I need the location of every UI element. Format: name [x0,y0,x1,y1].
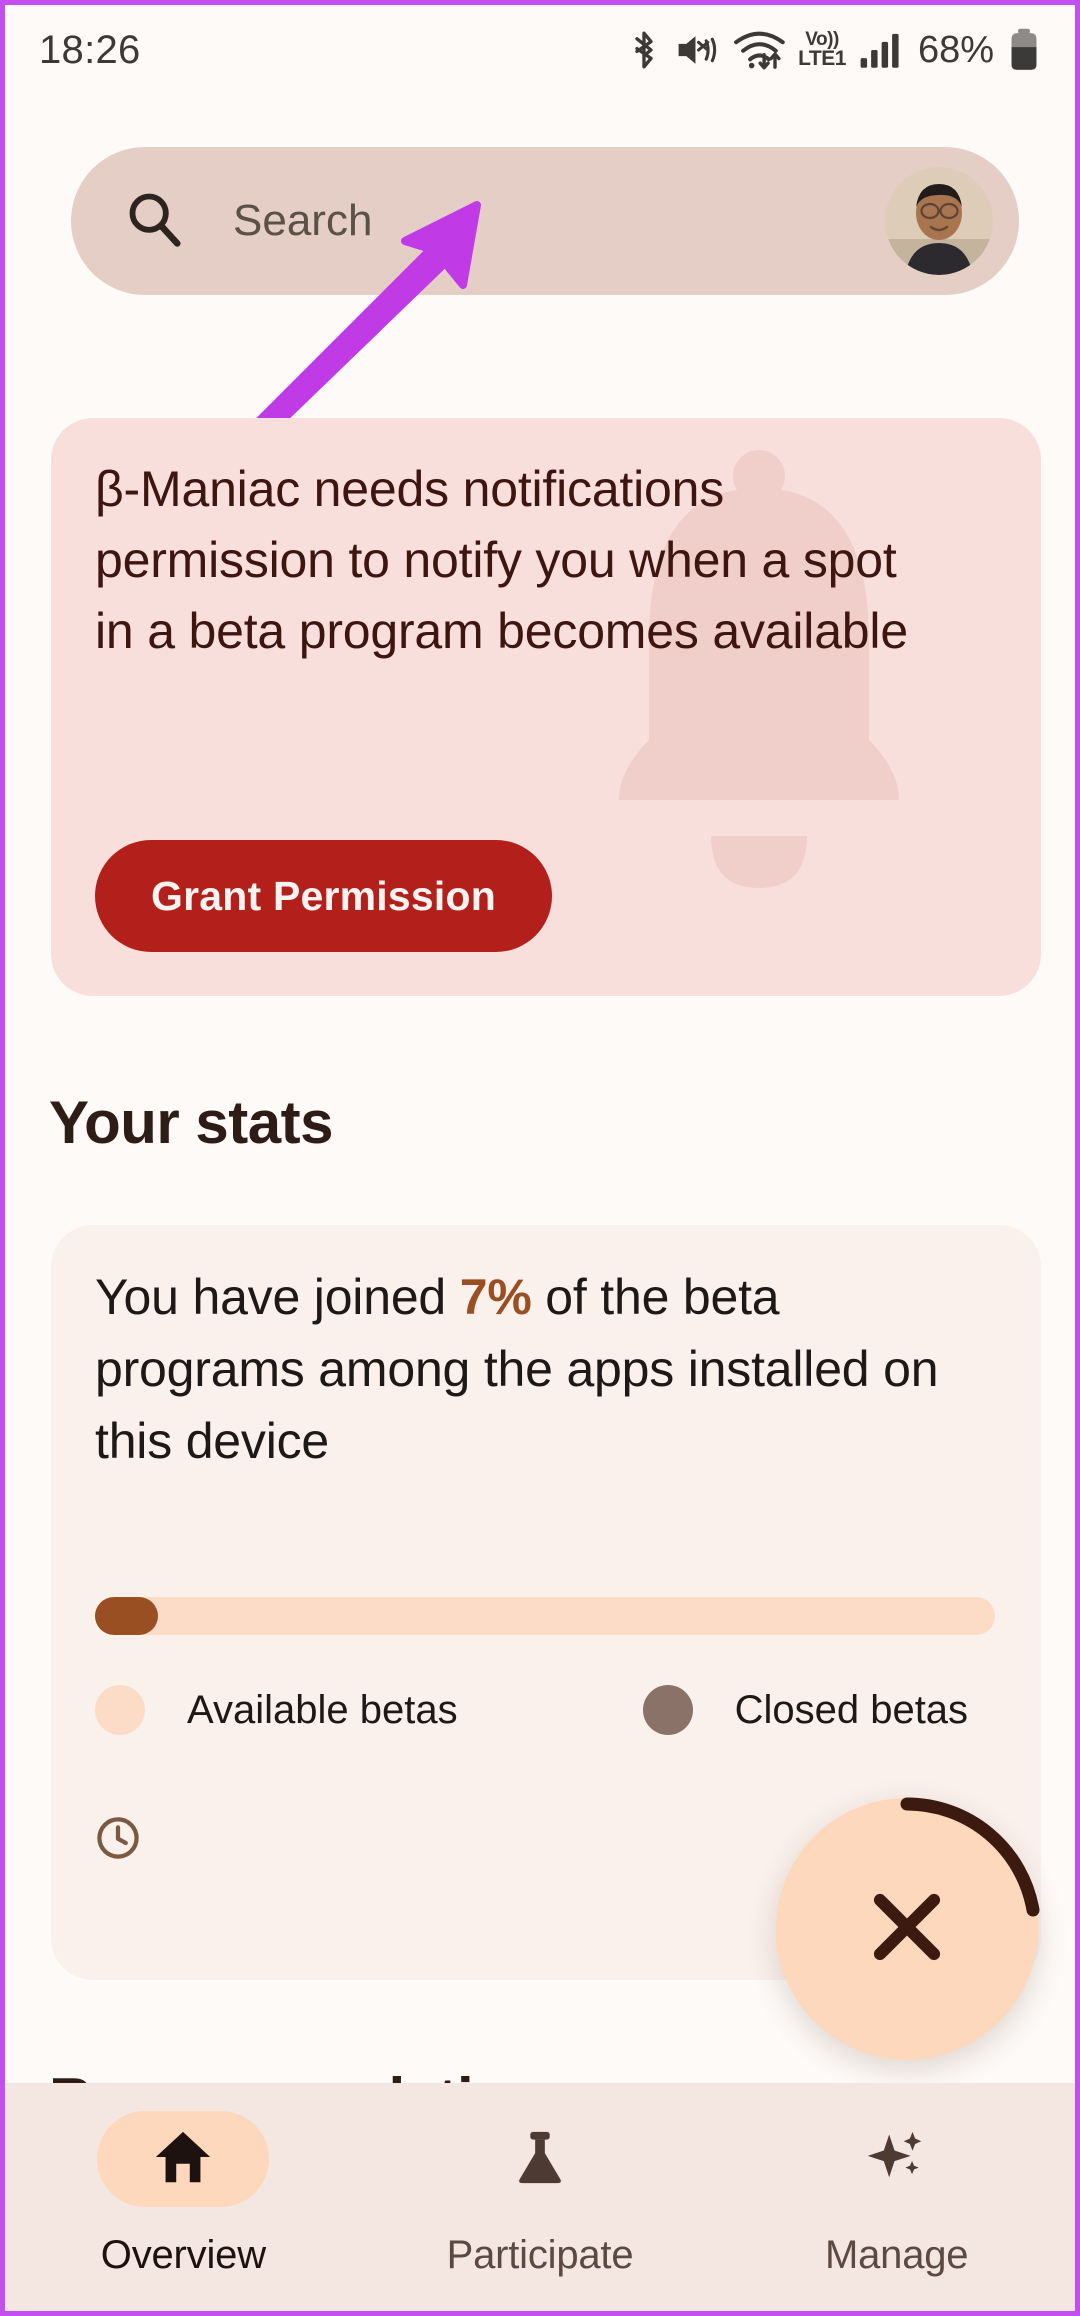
status-icon-tray: Vo)) LTE1 68% [627,28,1039,72]
beta-progress-fill [95,1597,158,1635]
beta-progress-bar [95,1597,995,1635]
nav-item-manage[interactable]: Manage [718,2111,1075,2278]
flask-icon [509,2126,571,2193]
notification-permission-card: β-Maniac needs notifications permission … [51,418,1041,996]
search-input[interactable]: Search [233,196,885,246]
bluetooth-icon [627,29,661,71]
battery-icon [1009,28,1039,72]
fab-container [768,1780,1048,2060]
sparkles-icon [866,2126,928,2193]
nav-pill-manage[interactable] [811,2111,983,2207]
wifi-data-icon [733,28,789,72]
nav-label-manage: Manage [825,2233,969,2277]
bottom-navigation-bar: Overview Participate Manage [5,2083,1075,2311]
status-clock: 18:26 [39,27,141,72]
legend-item-available-betas: Available betas [95,1685,458,1735]
available-betas-dot [95,1685,145,1735]
history-row[interactable] [95,1815,141,1866]
closed-betas-label: Closed betas [734,1687,969,1732]
volte-indicator: Vo)) LTE1 [798,29,846,71]
stats-summary-text: You have joined 7% of the beta programs … [95,1261,995,1477]
closed-betas-dot [642,1685,693,1735]
mute-vibrate-icon [674,29,720,71]
your-stats-heading: Your stats [49,1089,333,1156]
nav-label-participate: Participate [446,2233,634,2277]
home-icon [152,2126,214,2193]
search-bar[interactable]: Search [71,147,1019,295]
notification-message: β-Maniac needs notifications permission … [95,461,908,659]
nav-pill-participate[interactable] [454,2111,626,2207]
stats-percent-value: 7% [459,1269,532,1325]
nav-item-overview[interactable]: Overview [5,2111,362,2278]
search-icon [123,188,185,255]
battery-percentage: 68% [917,28,994,71]
clock-icon[interactable] [95,1817,141,1865]
close-fab-button[interactable] [776,1798,1038,2060]
stats-text-before: You have joined [95,1269,460,1325]
user-avatar[interactable] [885,167,993,275]
phone-screen: 18:26 Vo)) LTE1 68% Search β-Maniac need… [0,0,1080,2316]
available-betas-label: Available betas [187,1687,458,1732]
grant-permission-button[interactable]: Grant Permission [95,840,552,952]
nav-pill-overview[interactable] [97,2111,270,2207]
nav-item-participate[interactable]: Participate [362,2111,719,2278]
nav-label-overview: Overview [100,2233,266,2277]
progress-legend: Available betas Closed betas [95,1685,995,1735]
signal-bars-icon [859,29,901,71]
legend-item-closed-betas: Closed betas [642,1685,969,1735]
close-icon [862,1882,952,1977]
status-bar: 18:26 Vo)) LTE1 68% [5,5,1075,95]
